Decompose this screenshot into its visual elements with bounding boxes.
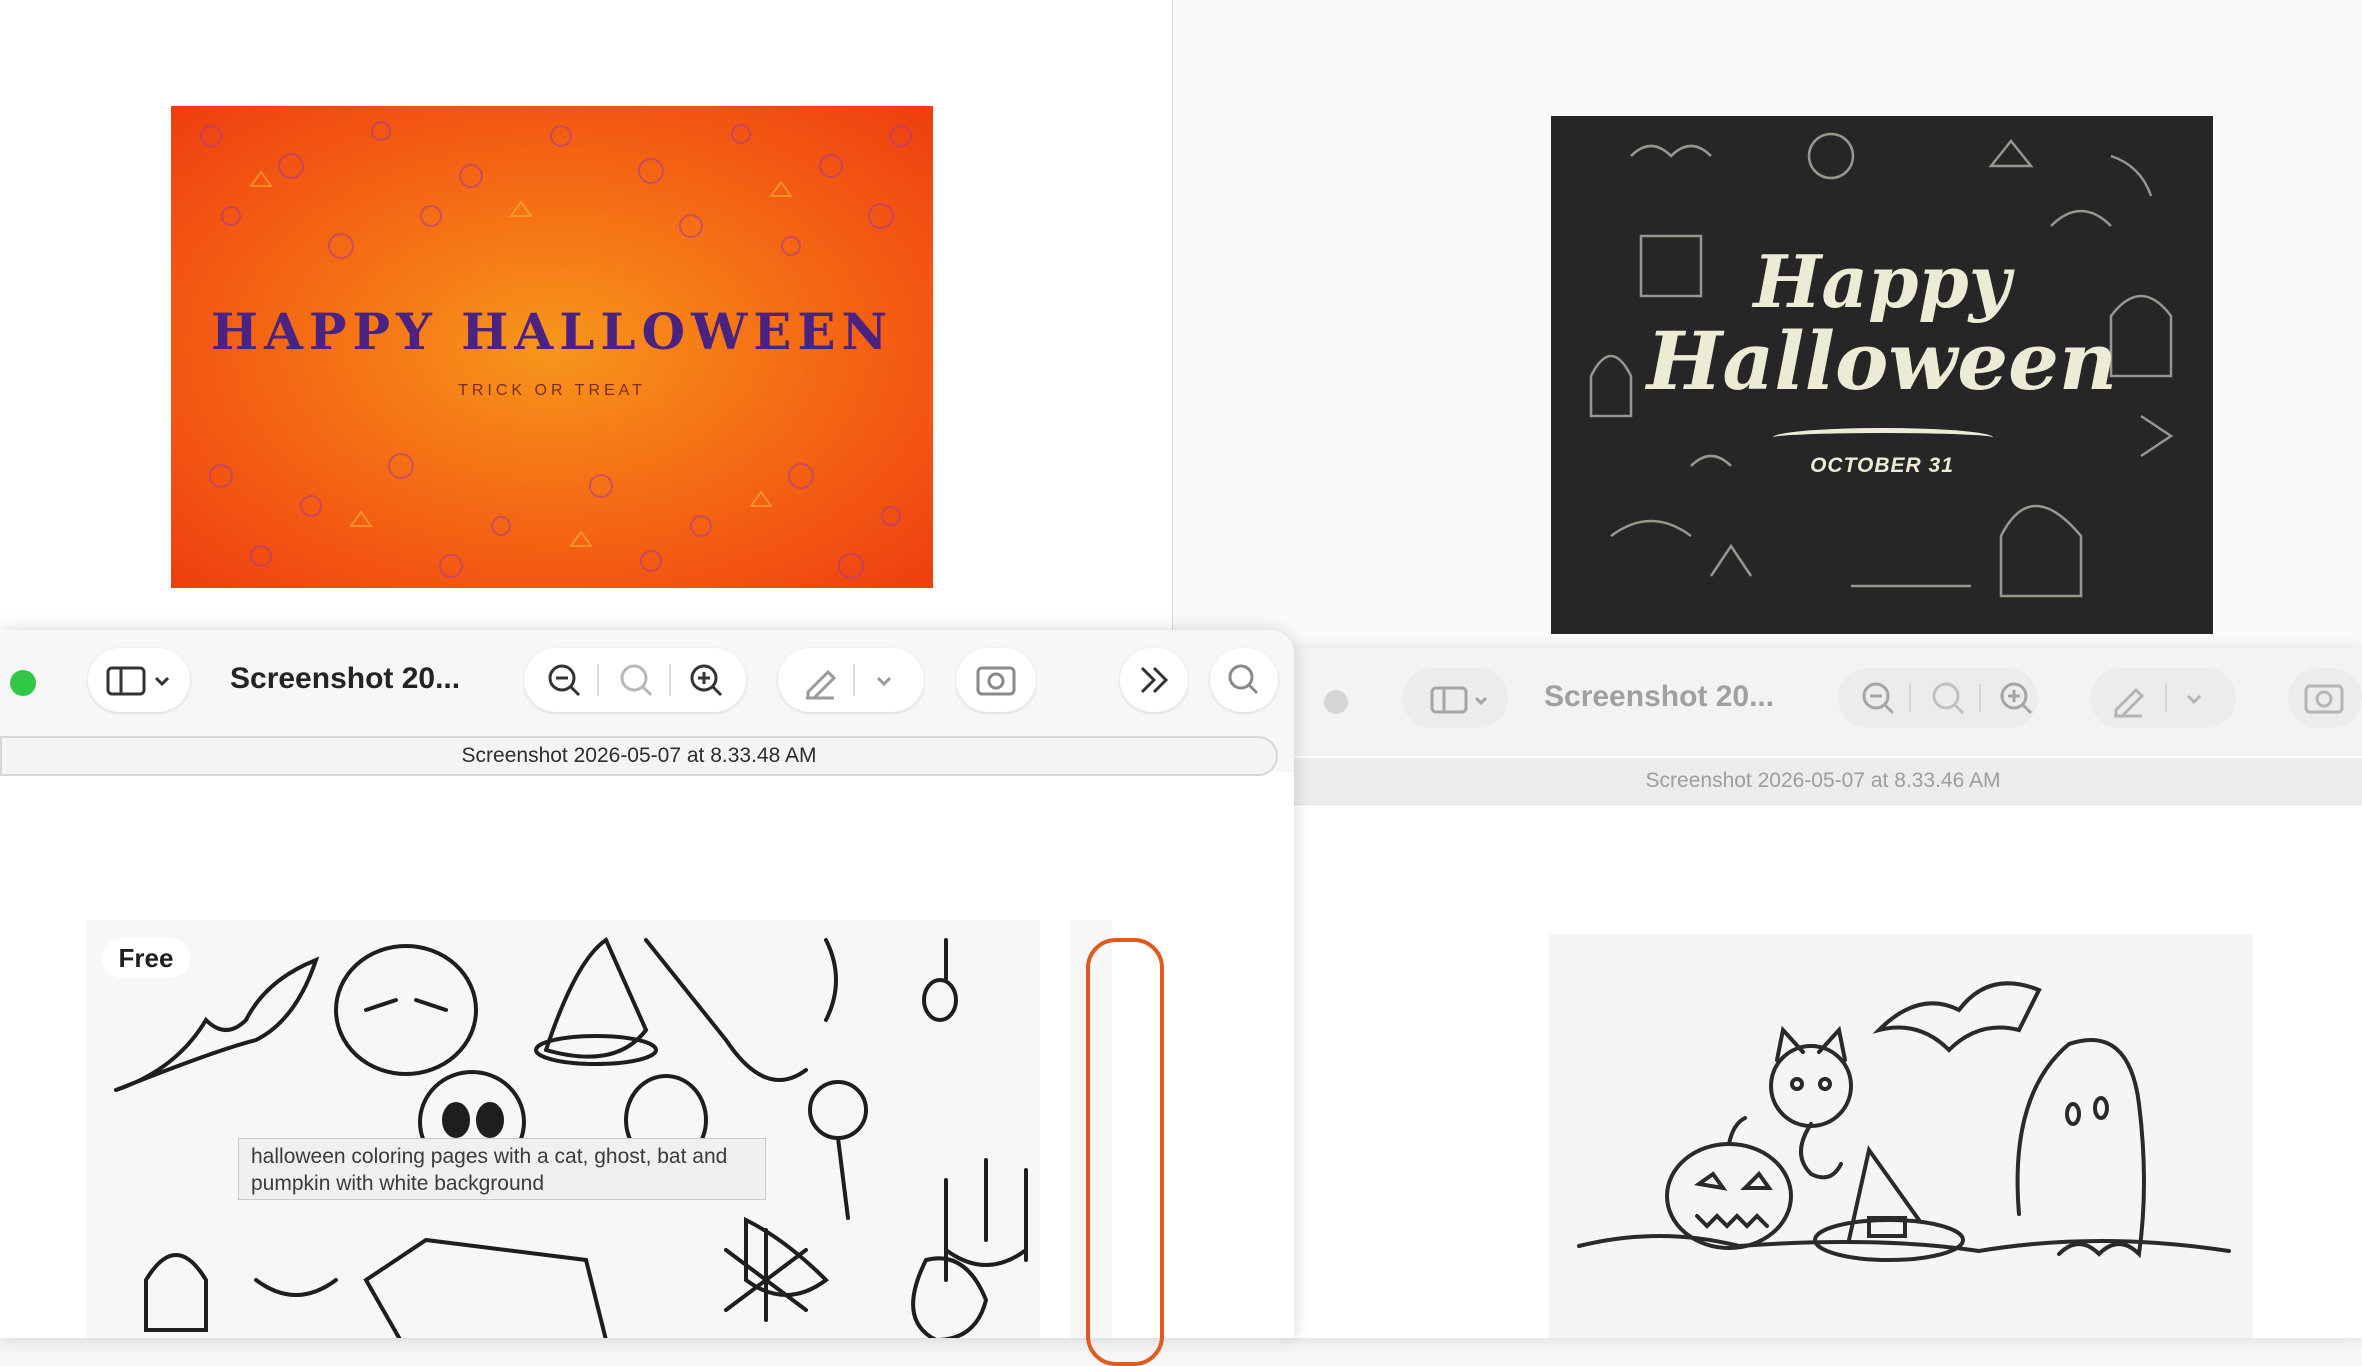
sidebar-icon [106, 666, 170, 696]
traffic-light-zoom[interactable] [10, 670, 36, 696]
orange-card-title: HAPPY HALLOWEEN [210, 302, 894, 361]
dark-card-date: OCTOBER 31 [1810, 454, 1954, 477]
zoom-in-icon [690, 664, 723, 697]
markup-pen-icon [2114, 684, 2202, 718]
window-title: Screenshot 20... [230, 662, 461, 695]
actual-size-icon [1932, 682, 1965, 715]
zoom-controls [1838, 668, 2038, 728]
halloween-orange-card: HAPPY HALLOWEEN TRICK OR TREAT [171, 106, 933, 588]
markup-pen-icon [806, 664, 892, 700]
sidebar-toggle-button[interactable] [88, 648, 190, 712]
coloring-page-card[interactable] [1549, 934, 2253, 1338]
window-title: Screenshot 20... [1544, 680, 1775, 713]
halloween-doodle-card[interactable] [86, 920, 1040, 1338]
more-toolbar-button[interactable] [1120, 648, 1188, 712]
search-icon [1228, 664, 1259, 695]
adjust-button[interactable] [956, 648, 1036, 712]
orange-card-subtitle: TRICK OR TREAT [458, 382, 646, 399]
markup-button[interactable] [778, 648, 924, 712]
orange-border [1086, 938, 1164, 1366]
document-name-bar: Screenshot 2026-05-07 at 8.33.46 AM [1284, 758, 2362, 805]
adjust-button[interactable] [2288, 668, 2362, 728]
document-name-bar: Screenshot 2026-05-07 at 8.33.48 AM [0, 736, 1278, 776]
image-tooltip: halloween coloring pages with a cat, gho… [238, 1138, 766, 1200]
dark-card-halloween: Halloween [1646, 314, 2118, 408]
image-adjust-icon [976, 666, 1016, 696]
halloween-dark-card: Happy Halloween OCTOBER 31 [1551, 116, 2213, 634]
search-button[interactable] [1210, 648, 1278, 712]
sidebar-toggle-button[interactable] [1402, 668, 1508, 728]
dark-card-happy: Happy [1753, 239, 2011, 324]
zoom-in-icon [2000, 682, 2033, 715]
zoom-out-icon [1862, 682, 1895, 715]
traffic-light-zoom[interactable] [1324, 690, 1348, 714]
sidebar-icon [1430, 686, 1488, 714]
more-chevrons-icon [1140, 666, 1169, 694]
window-toolbar: Screenshot 20... [1262, 648, 2362, 756]
zoom-controls [524, 648, 746, 712]
cat-pumpkin-ghost-drawing [1577, 981, 2231, 1262]
next-card-edge[interactable] [1070, 920, 1164, 1366]
actual-size-icon [620, 664, 653, 697]
dark-card-swoosh [1773, 428, 1993, 447]
image-adjust-icon [2304, 684, 2344, 714]
halloween-doodles [114, 937, 1028, 1338]
markup-button[interactable] [2090, 668, 2236, 728]
zoom-out-icon [548, 664, 581, 697]
chevron-down-icon [154, 676, 170, 687]
free-badge: Free [102, 938, 190, 978]
